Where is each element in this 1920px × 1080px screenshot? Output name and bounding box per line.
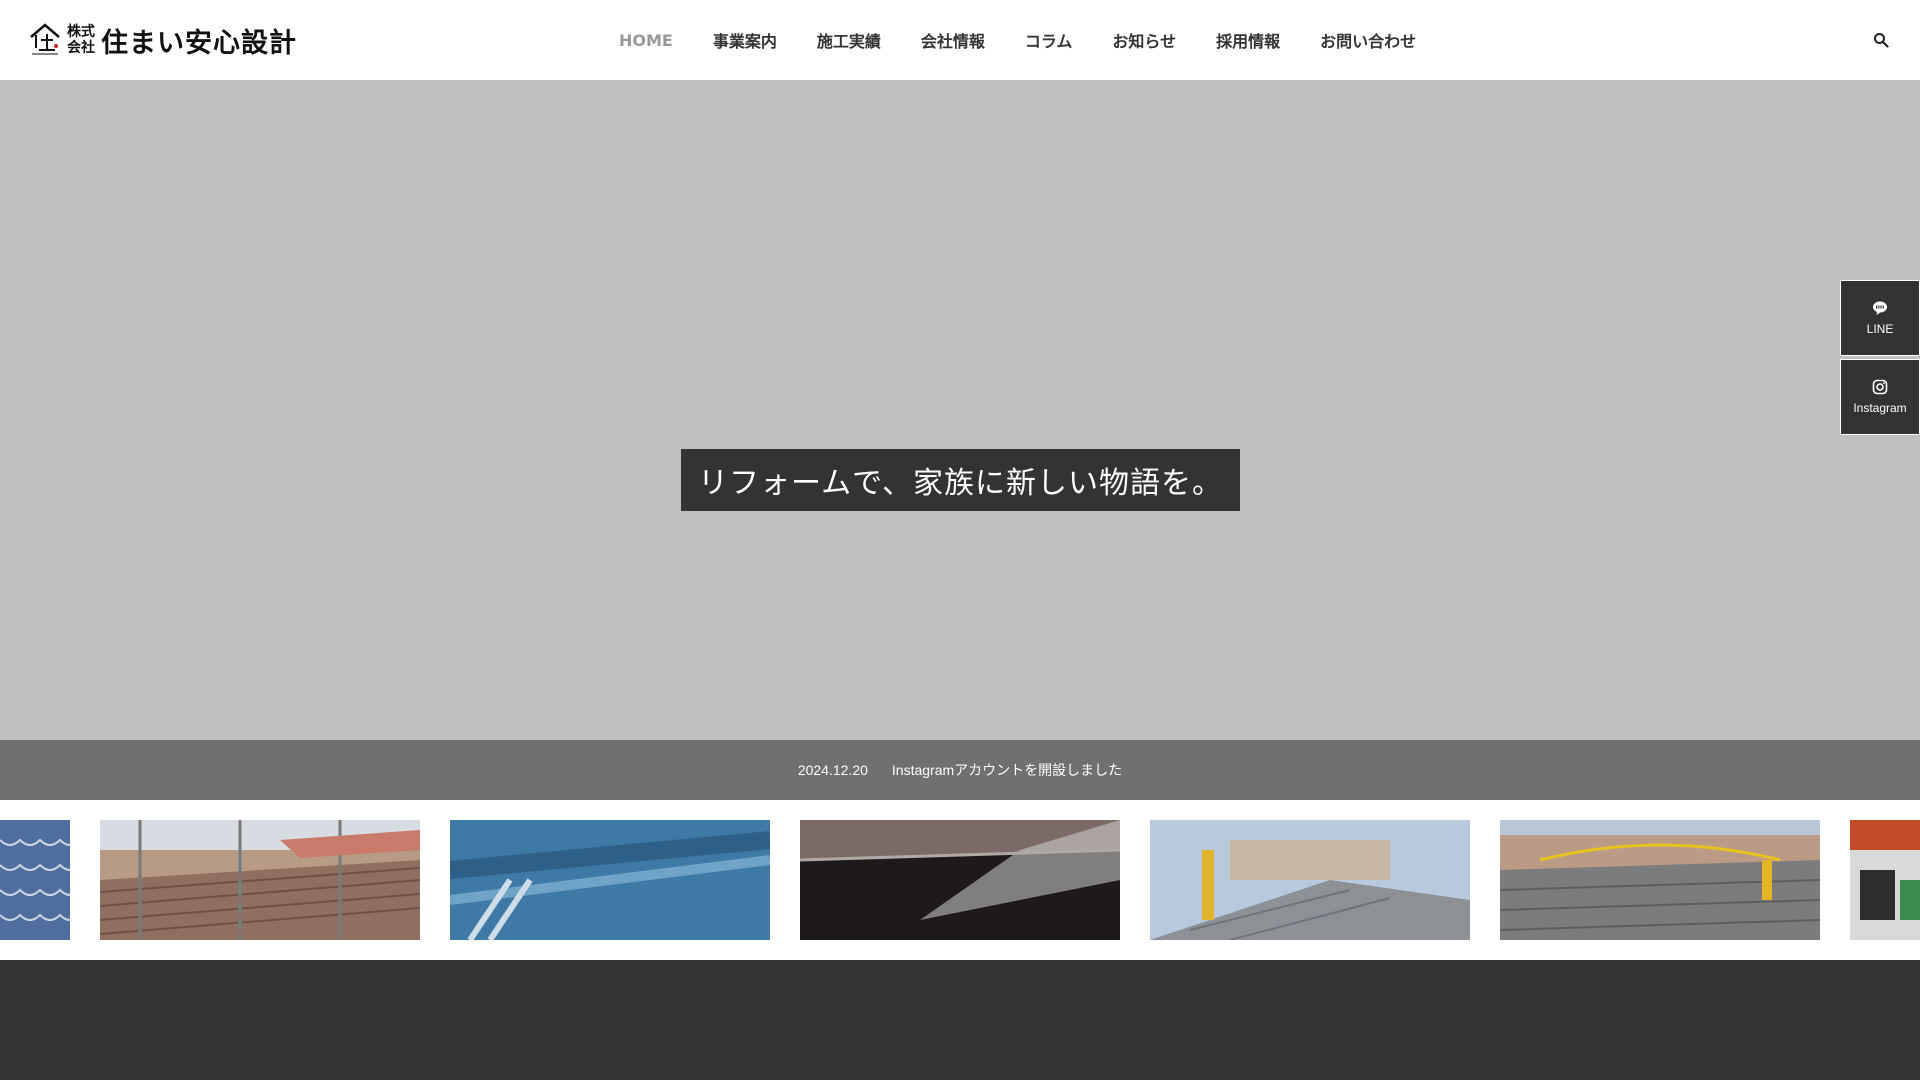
hero-area: リフォームで、家族に新しい物語を。 <box>0 80 1920 740</box>
site-logo[interactable]: 株式 会社 住まい安心設計 <box>29 22 297 59</box>
gallery-thumb-7[interactable] <box>1850 820 1920 940</box>
logo-corp-type: 株式 会社 <box>67 24 95 56</box>
line-chat-icon <box>1873 301 1887 315</box>
news-ticker: 2024.12.20 Instagramアカウントを開設しました <box>0 740 1920 800</box>
logo-corp-line2: 会社 <box>67 40 95 56</box>
gallery-thumb-5[interactable] <box>1150 820 1470 940</box>
nav-news[interactable]: お知らせ <box>1112 28 1176 52</box>
search-icon[interactable] <box>1873 32 1889 48</box>
gallery-thumb-4[interactable] <box>800 820 1120 940</box>
gallery-thumb-6[interactable] <box>1500 820 1820 940</box>
gallery-thumb-2[interactable] <box>100 820 420 940</box>
nav-contact[interactable]: お問い合わせ <box>1320 28 1416 52</box>
instagram-icon <box>1872 379 1888 395</box>
works-gallery <box>0 800 1920 960</box>
news-title-link[interactable]: Instagramアカウントを開設しました <box>892 760 1122 780</box>
hero-catchphrase: リフォームで、家族に新しい物語を。 <box>698 466 1223 501</box>
site-footer <box>0 960 1920 1080</box>
side-line-button[interactable]: LINE <box>1840 280 1920 356</box>
global-nav: HOME 事業案内 施工実績 会社情報 コラム お知らせ 採用情報 お問い合わせ <box>619 0 1416 80</box>
nav-company[interactable]: 会社情報 <box>921 28 985 52</box>
news-date: 2024.12.20 <box>797 762 868 778</box>
nav-works[interactable]: 施工実績 <box>817 28 881 52</box>
logo-company-name: 住まい安心設計 <box>101 27 297 59</box>
nav-recruit[interactable]: 採用情報 <box>1216 28 1280 52</box>
side-instagram-button[interactable]: Instagram <box>1840 359 1920 435</box>
gallery-thumb-1[interactable] <box>0 820 70 940</box>
nav-column[interactable]: コラム <box>1025 28 1073 52</box>
house-logo-icon <box>30 23 60 55</box>
hero-catch-box: リフォームで、家族に新しい物語を。 <box>681 449 1240 511</box>
site-header: 株式 会社 住まい安心設計 HOME 事業案内 施工実績 会社情報 コラム お知… <box>0 0 1920 80</box>
logo-corp-line1: 株式 <box>67 24 95 40</box>
gallery-thumb-3[interactable] <box>450 820 770 940</box>
nav-home[interactable]: HOME <box>619 31 673 50</box>
line-label: LINE <box>1866 322 1894 336</box>
nav-business[interactable]: 事業案内 <box>713 28 777 52</box>
instagram-label: Instagram <box>1853 401 1907 415</box>
